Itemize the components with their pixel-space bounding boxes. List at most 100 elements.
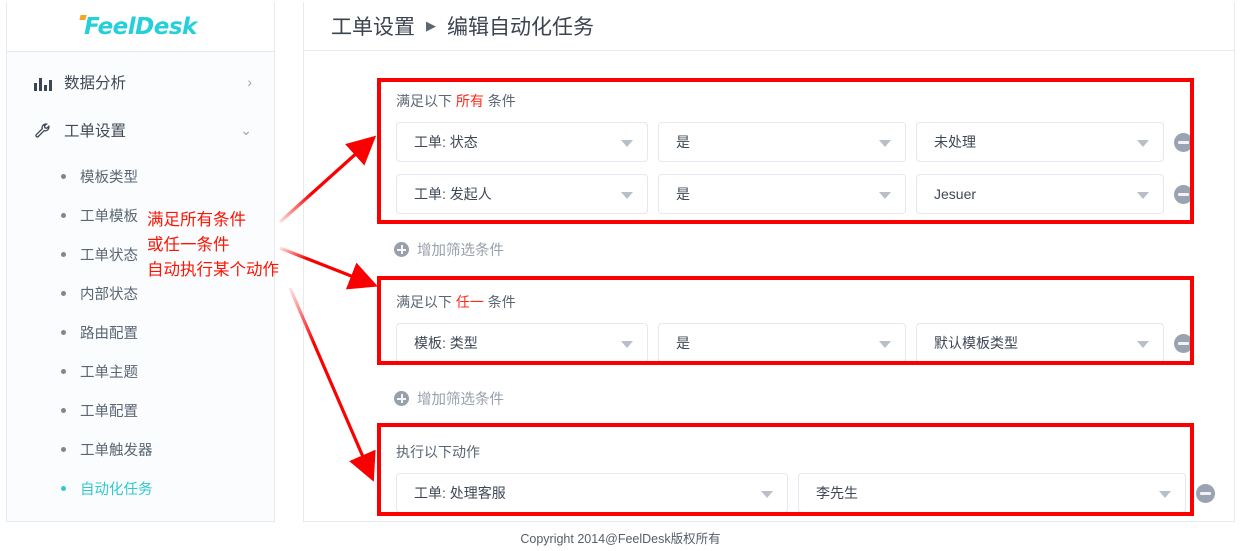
any-conditions-block: 满足以下 任一 条件 模板: 类型 是 默认模板类型 bbox=[378, 278, 1234, 377]
app-root: FeelDesk 数据分析 › 工单设置 ⌄ 模板类型 工单模板 工单状态 内部… bbox=[0, 0, 1241, 551]
condition-value-select[interactable]: Jesuer bbox=[916, 174, 1164, 214]
any-conditions-label-prefix: 满足以下 bbox=[396, 294, 452, 310]
condition-operator-value: 是 bbox=[676, 134, 690, 150]
chevron-down-icon bbox=[621, 341, 633, 348]
condition-row: 模板: 类型 是 默认模板类型 bbox=[396, 323, 1234, 363]
plus-circle-icon bbox=[394, 391, 409, 406]
chevron-down-icon bbox=[621, 140, 633, 147]
condition-value-value: 默认模板类型 bbox=[934, 335, 1018, 351]
wrench-icon bbox=[33, 121, 53, 139]
remove-action-button[interactable] bbox=[1196, 483, 1215, 503]
any-conditions-label-suffix: 条件 bbox=[487, 294, 516, 310]
actions-block: 执行以下动作 工单: 处理客服 李先生 bbox=[378, 428, 1234, 527]
footer: Copyright 2014@FeelDesk版权所有 bbox=[520, 532, 721, 546]
condition-operator-select[interactable]: 是 bbox=[658, 174, 906, 214]
remove-condition-button[interactable] bbox=[1174, 132, 1193, 152]
sidebar-item-analytics[interactable]: 数据分析 › bbox=[7, 58, 274, 106]
bullet-icon bbox=[61, 369, 66, 374]
action-value-select[interactable]: 李先生 bbox=[798, 473, 1186, 513]
all-conditions-block: 满足以下 所有 条件 工单: 状态 是 未处理 工单: 发起人 是 Jesuer bbox=[378, 77, 1234, 228]
sidebar-item-ticket-settings[interactable]: 工单设置 ⌄ bbox=[7, 106, 274, 154]
sidebar-sub-label: 工单模板 bbox=[80, 209, 138, 225]
bullet-icon bbox=[61, 408, 66, 413]
bar-chart-icon bbox=[33, 73, 53, 91]
sidebar-item-ticket-status[interactable]: 工单状态 bbox=[7, 235, 274, 274]
condition-field-select[interactable]: 工单: 发起人 bbox=[396, 174, 648, 214]
logo-text: FeelDesk bbox=[84, 13, 197, 40]
condition-operator-select[interactable]: 是 bbox=[658, 323, 906, 363]
condition-field-select[interactable]: 模板: 类型 bbox=[396, 323, 648, 363]
feeldesk-logo: FeelDesk bbox=[79, 13, 197, 40]
sidebar-sub-label: 工单状态 bbox=[80, 248, 138, 264]
sidebar-sublist: 模板类型 工单模板 工单状态 内部状态 路由配置 工单主题 工单配置 工单触发器… bbox=[7, 154, 274, 508]
chevron-right-icon: › bbox=[247, 74, 252, 90]
bullet-icon bbox=[61, 291, 66, 296]
bullet-icon bbox=[61, 252, 66, 257]
sidebar-nav: 数据分析 › 工单设置 ⌄ 模板类型 工单模板 工单状态 内部状态 路由配置 工… bbox=[7, 52, 274, 508]
condition-value-value: 未处理 bbox=[934, 134, 976, 150]
sidebar-item-template-type[interactable]: 模板类型 bbox=[7, 157, 274, 196]
bullet-icon bbox=[61, 213, 66, 218]
add-any-condition-label: 增加筛选条件 bbox=[417, 392, 504, 408]
condition-field-select[interactable]: 工单: 状态 bbox=[396, 122, 648, 162]
action-field-value: 工单: 处理客服 bbox=[414, 485, 506, 501]
any-conditions-label-highlight: 任一 bbox=[455, 294, 484, 310]
bullet-icon bbox=[61, 330, 66, 335]
sidebar-sub-label: 模板类型 bbox=[80, 170, 138, 186]
add-all-condition-label: 增加筛选条件 bbox=[417, 243, 504, 259]
action-field-select[interactable]: 工单: 处理客服 bbox=[396, 473, 788, 513]
breadcrumb-separator-icon: ▶ bbox=[426, 18, 436, 33]
condition-field-value: 模板: 类型 bbox=[414, 335, 478, 351]
chevron-down-icon bbox=[879, 341, 891, 348]
sidebar-item-routing-config[interactable]: 路由配置 bbox=[7, 313, 274, 352]
actions-label: 执行以下动作 bbox=[396, 444, 480, 460]
condition-field-value: 工单: 发起人 bbox=[414, 186, 492, 202]
sidebar-item-ticket-subject[interactable]: 工单主题 bbox=[7, 352, 274, 391]
breadcrumb: 工单设置 ▶ 编辑自动化任务 bbox=[304, 2, 1234, 51]
sidebar-item-automation-task[interactable]: 自动化任务 bbox=[7, 469, 274, 508]
breadcrumb-parent[interactable]: 工单设置 bbox=[331, 11, 415, 41]
sidebar-item-ticket-settings-label: 工单设置 bbox=[64, 123, 127, 140]
all-conditions-label-highlight: 所有 bbox=[455, 93, 484, 109]
action-value-value: 李先生 bbox=[816, 485, 858, 501]
plus-circle-icon bbox=[394, 242, 409, 257]
sidebar-sub-label: 路由配置 bbox=[80, 326, 138, 342]
remove-condition-button[interactable] bbox=[1174, 333, 1193, 353]
action-row: 工单: 处理客服 李先生 bbox=[396, 473, 1234, 513]
sidebar-sub-label: 内部状态 bbox=[80, 287, 138, 303]
all-conditions-label: 满足以下 所有 条件 bbox=[396, 91, 1234, 111]
condition-value-select[interactable]: 未处理 bbox=[916, 122, 1164, 162]
chevron-down-icon bbox=[1137, 192, 1149, 199]
condition-operator-value: 是 bbox=[676, 335, 690, 351]
sidebar-sub-label: 自动化任务 bbox=[80, 482, 153, 498]
chevron-down-icon bbox=[621, 192, 633, 199]
add-any-condition-link[interactable]: 增加筛选条件 bbox=[394, 388, 1234, 409]
chevron-down-icon: ⌄ bbox=[240, 121, 252, 138]
any-conditions-label: 满足以下 任一 条件 bbox=[396, 292, 1234, 312]
sidebar-item-ticket-config[interactable]: 工单配置 bbox=[7, 391, 274, 430]
all-conditions-label-prefix: 满足以下 bbox=[396, 93, 452, 109]
chevron-down-icon bbox=[1159, 491, 1171, 498]
condition-operator-select[interactable]: 是 bbox=[658, 122, 906, 162]
sidebar-item-internal-status[interactable]: 内部状态 bbox=[7, 274, 274, 313]
all-conditions-label-suffix: 条件 bbox=[487, 93, 516, 109]
condition-field-value: 工单: 状态 bbox=[414, 134, 478, 150]
sidebar-item-ticket-trigger[interactable]: 工单触发器 bbox=[7, 430, 274, 469]
bullet-icon bbox=[61, 174, 66, 179]
bullet-icon bbox=[61, 486, 66, 491]
condition-row: 工单: 状态 是 未处理 bbox=[396, 122, 1234, 162]
chevron-down-icon bbox=[1137, 140, 1149, 147]
sidebar-item-analytics-label: 数据分析 bbox=[64, 75, 127, 92]
condition-value-select[interactable]: 默认模板类型 bbox=[916, 323, 1164, 363]
sidebar-item-ticket-template[interactable]: 工单模板 bbox=[7, 196, 274, 235]
chevron-down-icon bbox=[879, 140, 891, 147]
content-panel: 工单设置 ▶ 编辑自动化任务 满足以下 所有 条件 工单: 状态 是 未处理 工… bbox=[303, 2, 1235, 522]
sidebar-sub-label: 工单触发器 bbox=[80, 443, 153, 459]
breadcrumb-current: 编辑自动化任务 bbox=[447, 15, 594, 39]
condition-row: 工单: 发起人 是 Jesuer bbox=[396, 174, 1234, 214]
remove-condition-button[interactable] bbox=[1174, 184, 1193, 204]
sidebar-sub-label: 工单配置 bbox=[80, 404, 138, 420]
add-all-condition-link[interactable]: 增加筛选条件 bbox=[394, 239, 1234, 260]
chevron-down-icon bbox=[761, 491, 773, 498]
condition-value-value: Jesuer bbox=[934, 186, 977, 202]
